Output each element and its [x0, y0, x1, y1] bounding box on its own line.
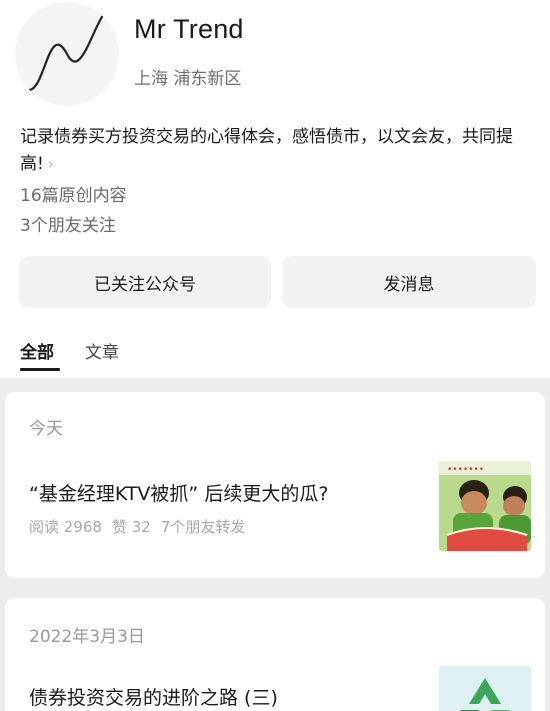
send-message-button[interactable]: 发消息: [282, 256, 536, 308]
article-title[interactable]: “基金经理KTV被抓” 后续更大的瓜?: [29, 479, 328, 506]
account-avatar[interactable]: [15, 2, 119, 106]
like-count: 赞 32: [111, 518, 151, 536]
account-location: 上海 浦东新区: [134, 69, 242, 89]
sine-wave-icon: [28, 9, 108, 92]
article-title[interactable]: 债券投资交易的进阶之路 (三): [29, 683, 278, 710]
tab-articles[interactable]: 文章: [85, 338, 119, 363]
watermelon-eating-photo-icon: •••••••: [439, 461, 531, 551]
article-date: 今天: [29, 419, 63, 439]
article-thumbnail[interactable]: •••••••: [439, 461, 531, 551]
followed-button[interactable]: 已关注公众号: [19, 256, 271, 308]
article-card[interactable]: 2022年3月3日 债券投资交易的进阶之路 (三): [5, 598, 545, 711]
article-thumbnail[interactable]: [439, 666, 531, 711]
friends-following[interactable]: 3个朋友关注: [20, 211, 116, 236]
account-name: Mr Trend: [134, 14, 244, 44]
bio-text: 记录债券买方投资交易的心得体会，感悟债市，以文会友，共同提高!: [20, 127, 513, 174]
read-count: 阅读 2968: [29, 518, 102, 536]
article-card[interactable]: 今天 “基金经理KTV被抓” 后续更大的瓜? 阅读 2968 赞 32 7个朋友转发…: [5, 392, 545, 578]
tab-all[interactable]: 全部: [20, 338, 60, 371]
profile-header: Mr Trend 上海 浦东新区: [0, 0, 550, 120]
chevron-right-icon: ›: [47, 155, 54, 173]
svg-text:•••••••: •••••••: [447, 465, 484, 475]
original-count: 16篇原创内容: [20, 186, 127, 206]
friend-shares: 7个朋友转发: [160, 518, 246, 536]
account-bio[interactable]: 记录债券买方投资交易的心得体会，感悟债市，以文会友，共同提高! ›: [20, 124, 532, 178]
article-stats: 阅读 2968 赞 32 7个朋友转发: [29, 516, 245, 537]
article-date: 2022年3月3日: [29, 627, 145, 647]
green-recycle-photo-icon: [439, 666, 531, 711]
